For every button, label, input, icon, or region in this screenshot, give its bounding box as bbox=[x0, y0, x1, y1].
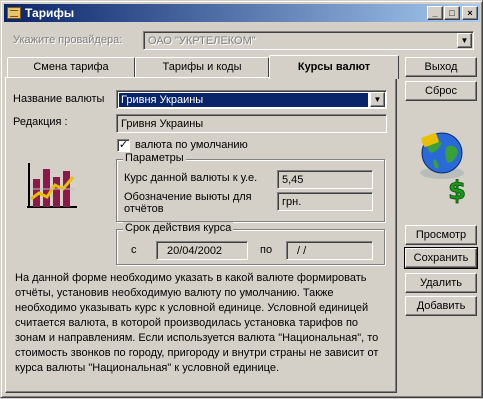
currency-value: Гривня Украины bbox=[119, 93, 368, 107]
designation-label-line2: отчётов bbox=[124, 203, 164, 215]
tariffs-window: Тарифы _ □ × Укажите провайдера: ОАО "УК… bbox=[0, 0, 483, 398]
bar-chart-icon bbox=[27, 163, 77, 208]
rate-label: Курс данной валюты к у.е. bbox=[124, 172, 258, 184]
preview-button-label: Просмотр bbox=[415, 229, 467, 241]
rate-field[interactable]: 5,45 bbox=[277, 170, 373, 189]
exit-button[interactable]: Выход bbox=[405, 57, 477, 77]
edition-field[interactable]: Гривня Украины bbox=[116, 114, 387, 133]
params-title: Параметры bbox=[123, 152, 186, 164]
svg-text:$: $ bbox=[448, 176, 466, 206]
period-to-label: по bbox=[260, 244, 273, 256]
default-currency-checkbox[interactable]: ✓ bbox=[117, 139, 130, 152]
exit-button-label: Выход bbox=[424, 61, 458, 73]
reset-button[interactable]: Сброс bbox=[405, 81, 477, 101]
save-button[interactable]: Сохранить bbox=[404, 247, 478, 269]
default-currency-label: валюта по умолчанию bbox=[135, 139, 248, 151]
period-to-field[interactable]: / / bbox=[286, 241, 373, 260]
designation-label-line1: Обозначение выюты для bbox=[124, 191, 252, 203]
reset-button-label: Сброс bbox=[425, 85, 457, 97]
preview-button[interactable]: Просмотр bbox=[405, 225, 477, 245]
period-from-field[interactable]: 20/04/2002 bbox=[156, 241, 248, 260]
currency-name-label: Название валюты bbox=[13, 93, 105, 105]
delete-button-label: Удалить bbox=[420, 277, 462, 289]
add-button[interactable]: Добавить bbox=[405, 296, 477, 316]
designation-field[interactable]: грн. bbox=[277, 192, 373, 211]
add-button-label: Добавить bbox=[416, 300, 466, 312]
currency-select[interactable]: Гривня Украины ▼ bbox=[116, 90, 387, 109]
chevron-down-icon[interactable]: ▼ bbox=[370, 92, 385, 107]
edition-label: Редакция : bbox=[13, 116, 68, 128]
info-text: На данной форме необходимо указать в как… bbox=[15, 272, 379, 374]
period-from-label: с bbox=[131, 244, 137, 256]
globe-money-icon: $ bbox=[420, 132, 466, 206]
period-title: Срок действия курса bbox=[123, 222, 234, 234]
delete-button[interactable]: Удалить bbox=[405, 273, 477, 293]
save-button-label: Сохранить bbox=[413, 252, 469, 264]
